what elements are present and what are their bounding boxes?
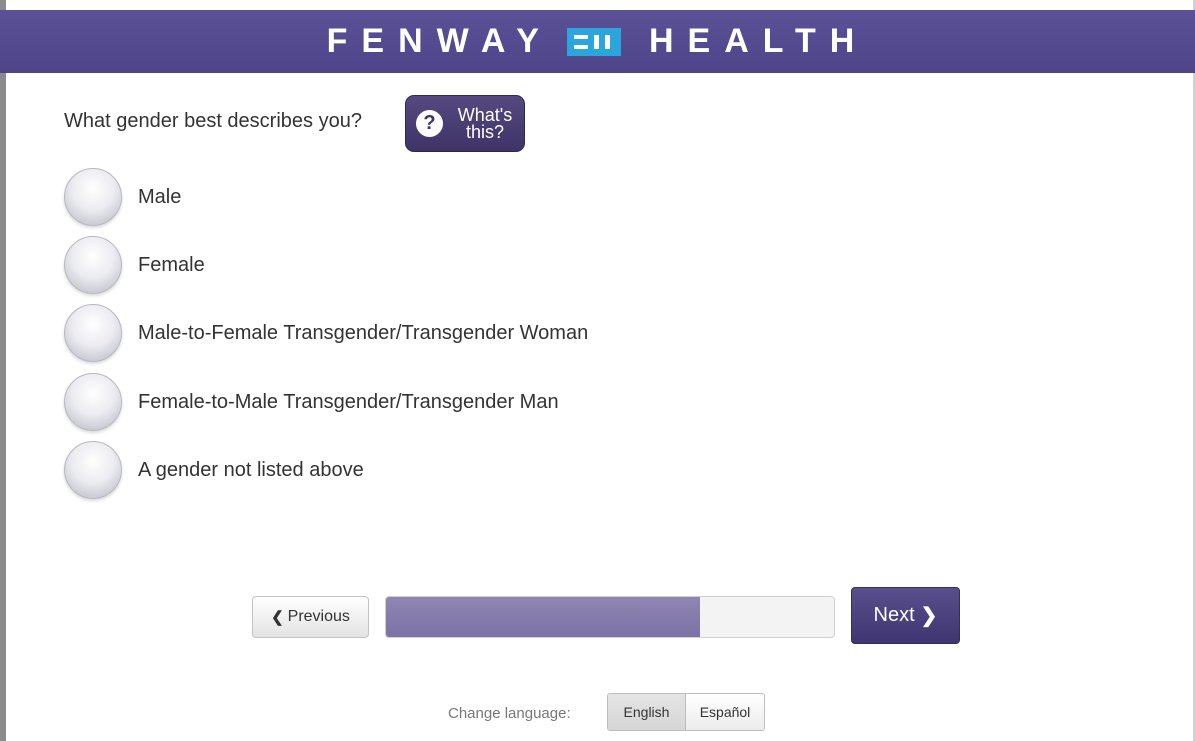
option-female[interactable]: Female	[64, 235, 764, 295]
brand-logo: FENWAY HEALTH	[327, 22, 869, 61]
radio-button[interactable]	[64, 168, 122, 226]
option-label: Male-to-Female Transgender/Transgender W…	[138, 321, 589, 344]
next-label: Next	[873, 604, 915, 626]
radio-button[interactable]	[64, 236, 122, 294]
navigation-bar: ❮ Previous Next ❯	[0, 587, 1195, 647]
option-male[interactable]: Male	[64, 167, 764, 227]
question-text: What gender best describes you?	[64, 110, 362, 132]
language-button-group: English Español	[607, 693, 765, 731]
language-label: Change language:	[448, 705, 571, 722]
language-switcher: Change language: English Español	[0, 693, 1195, 731]
language-espanol-button[interactable]: Español	[686, 694, 764, 730]
option-label: Female	[138, 253, 205, 276]
radio-button[interactable]	[64, 373, 122, 431]
progress-fill	[386, 597, 700, 637]
next-button[interactable]: Next ❯	[851, 587, 960, 644]
radio-button[interactable]	[64, 441, 122, 499]
whats-this-button[interactable]: ? What's this?	[405, 95, 525, 152]
chevron-left-icon: ❮	[271, 609, 284, 626]
fenway-logo-icon	[566, 27, 621, 56]
option-label: A gender not listed above	[138, 458, 364, 481]
language-english-button[interactable]: English	[608, 694, 686, 730]
previous-label: Previous	[287, 608, 350, 625]
brand-name-right: HEALTH	[648, 22, 869, 60]
option-transgender-woman[interactable]: Male-to-Female Transgender/Transgender W…	[64, 303, 764, 363]
option-label: Male	[138, 185, 182, 208]
header-bar: FENWAY HEALTH	[0, 10, 1195, 73]
progress-bar	[385, 596, 835, 638]
whats-this-label: What's this?	[457, 104, 513, 142]
option-not-listed[interactable]: A gender not listed above	[64, 440, 764, 500]
previous-button[interactable]: ❮ Previous	[252, 596, 369, 638]
brand-name-left: FENWAY	[326, 22, 553, 60]
option-label: Female-to-Male Transgender/Transgender M…	[138, 390, 559, 413]
radio-button[interactable]	[64, 304, 122, 362]
help-icon: ?	[416, 110, 443, 137]
option-transgender-man[interactable]: Female-to-Male Transgender/Transgender M…	[64, 372, 764, 432]
chevron-right-icon: ❯	[920, 605, 938, 627]
